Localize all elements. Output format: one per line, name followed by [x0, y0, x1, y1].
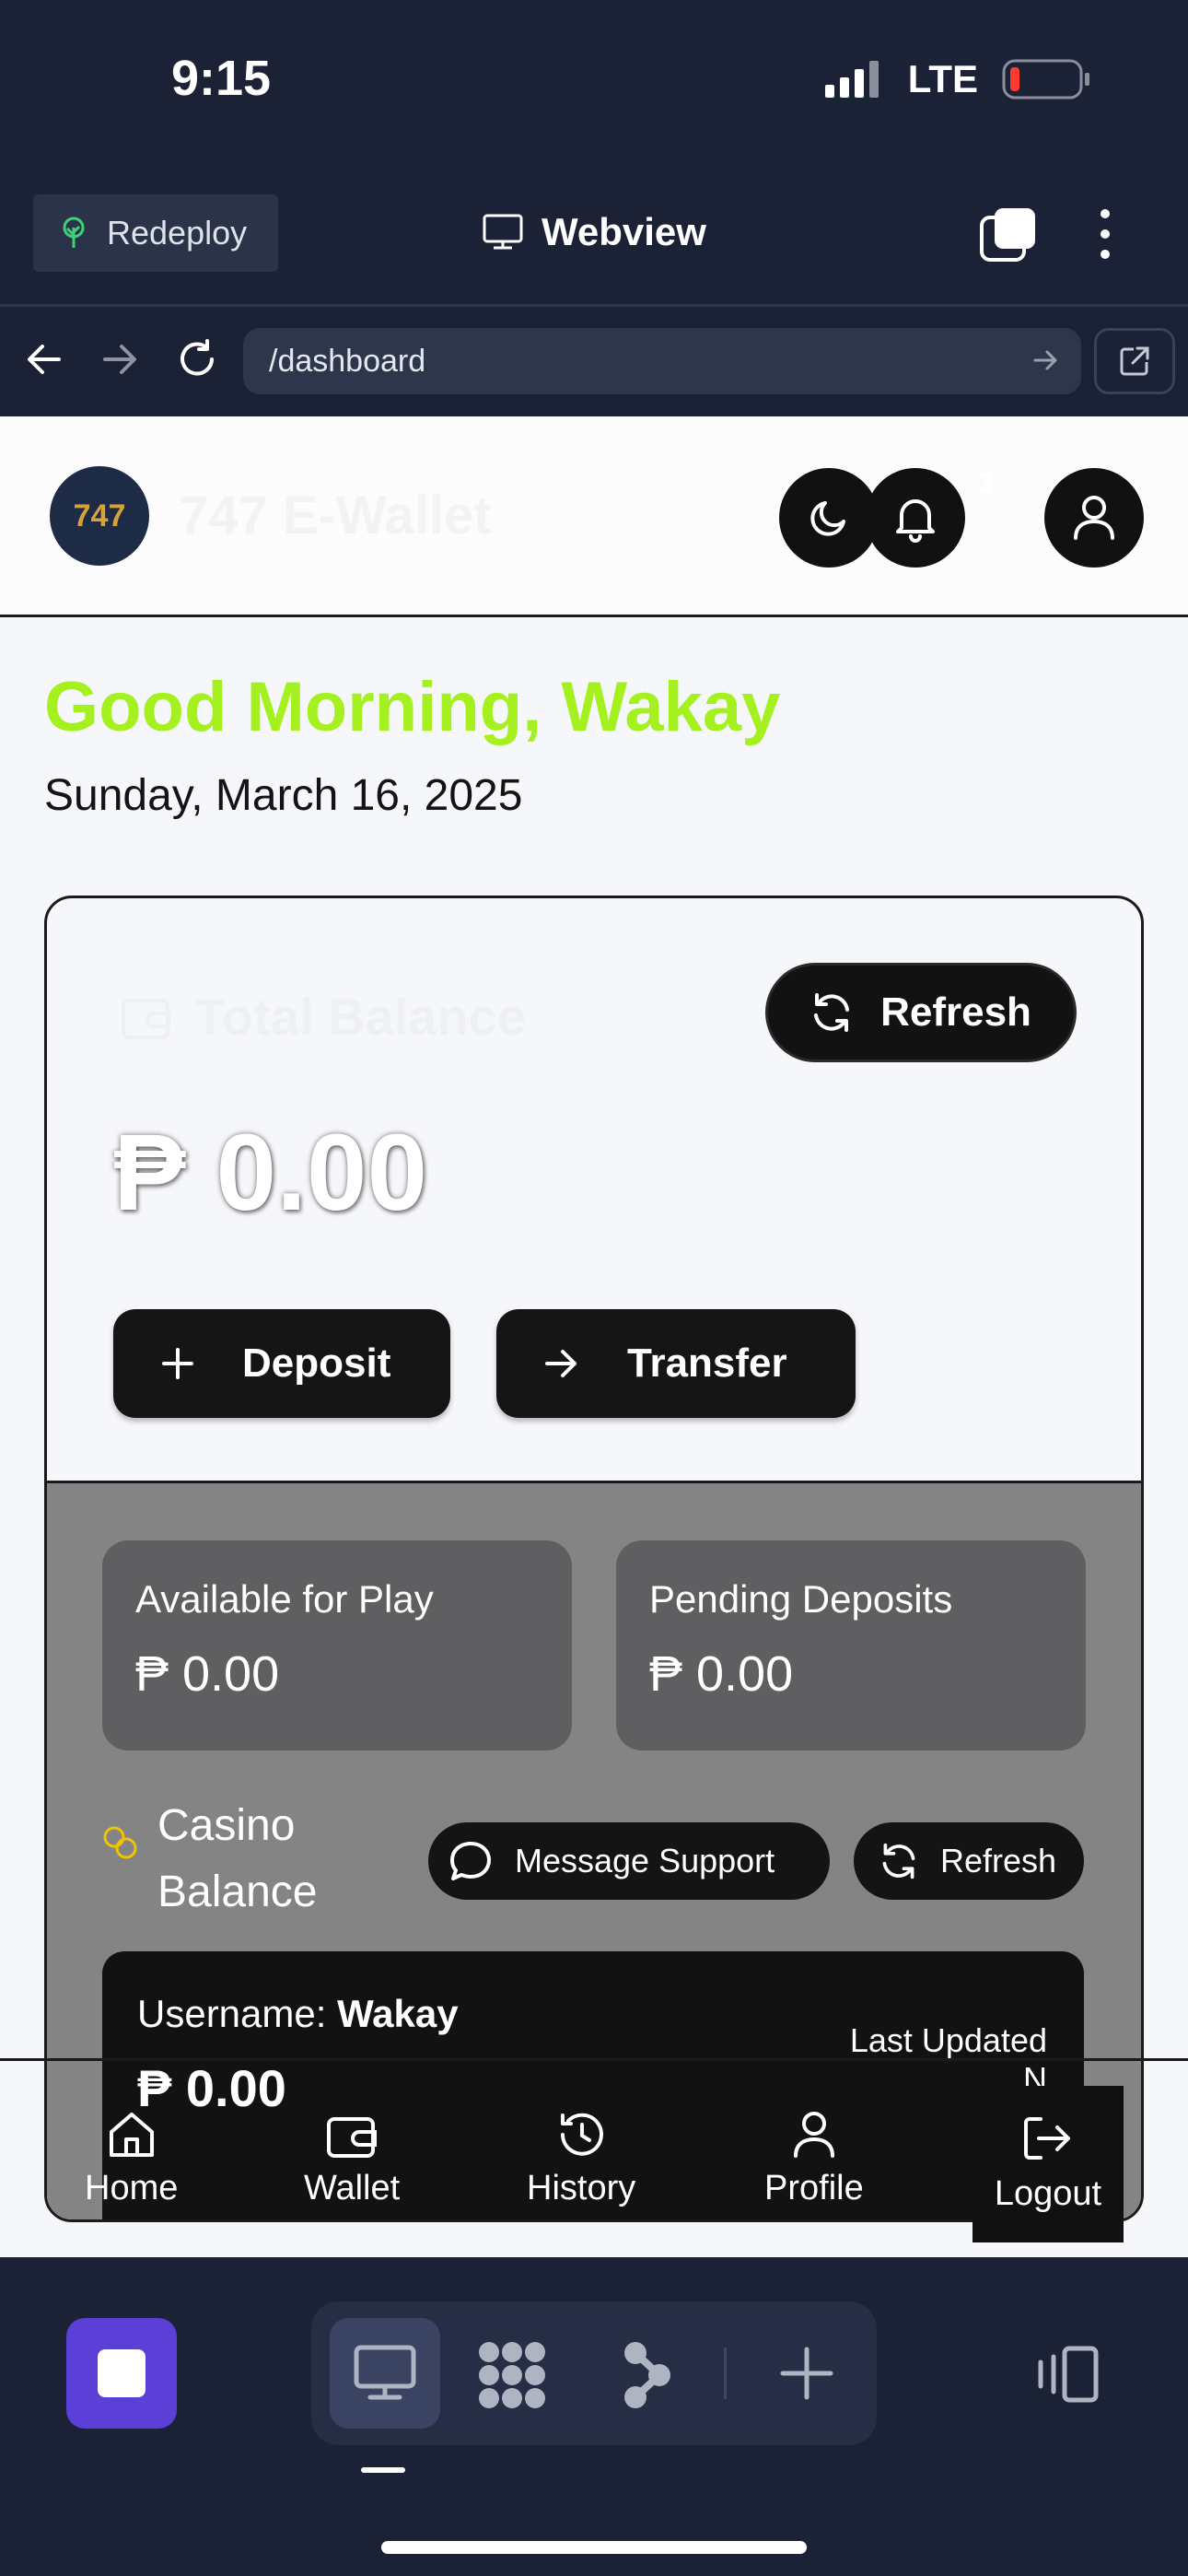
stat-value: ₱ 0.00 [649, 1646, 794, 1702]
nav-wallet-label: Wallet [304, 2169, 401, 2207]
back-arrow-icon[interactable] [26, 343, 63, 376]
stop-button[interactable] [66, 2318, 177, 2429]
nav-profile-label: Profile [764, 2169, 864, 2207]
open-external-button[interactable] [1094, 328, 1175, 394]
chrome-divider [0, 304, 1188, 307]
site-header: 747 747 E-Wallet 3 [0, 416, 1188, 617]
nav-wallet[interactable]: Wallet [304, 2110, 400, 2208]
network-type: LTE [907, 57, 978, 100]
more-menu-icon[interactable] [1096, 208, 1114, 260]
toolbar-separator [724, 2348, 727, 2399]
moon-icon [807, 496, 851, 540]
site-logo[interactable]: 747 [50, 466, 149, 566]
balance-card: Total Balance Refresh ₱ 0.00 Deposit Tra… [44, 896, 1144, 2222]
coins-icon [102, 1824, 139, 1861]
webview-label: Webview [542, 210, 706, 253]
nav-history-label: History [527, 2169, 636, 2207]
branch-icon[interactable] [623, 2340, 672, 2410]
refresh-balance-button[interactable]: Refresh [765, 963, 1077, 1062]
url-text: /dashboard [269, 343, 426, 379]
add-icon[interactable] [779, 2346, 834, 2401]
nav-home[interactable]: Home [85, 2110, 178, 2208]
device-switch-icon[interactable] [1033, 2346, 1100, 2403]
refresh-label: Refresh [940, 1842, 1057, 1879]
tool-switcher [311, 2301, 877, 2445]
transfer-button[interactable]: Transfer [496, 1309, 856, 1418]
nav-profile[interactable]: Profile [764, 2110, 864, 2208]
monitor-icon [354, 2345, 416, 2402]
active-tool-indicator [361, 2467, 405, 2473]
webview-title: Webview [483, 210, 706, 254]
greeting-heading: Good Morning, Wakay [44, 668, 781, 746]
refresh-icon [810, 991, 853, 1034]
total-balance-label: Total Balance [121, 987, 526, 1047]
nav-home-label: Home [85, 2169, 179, 2207]
profile-button[interactable] [1044, 468, 1144, 568]
current-date: Sunday, March 16, 2025 [44, 771, 523, 820]
stat-label: Available for Play [135, 1577, 434, 1621]
refresh-label: Refresh [880, 989, 1031, 1035]
bottom-nav-divider [0, 2058, 1188, 2061]
chat-bubble-icon [448, 1840, 493, 1882]
battery-icon [1002, 59, 1090, 100]
tree-icon [59, 217, 88, 250]
plus-icon [161, 1347, 194, 1380]
bell-icon [892, 493, 938, 543]
wallet-icon [121, 993, 172, 1041]
deposit-button[interactable]: Deposit [113, 1309, 450, 1418]
transfer-label: Transfer [627, 1341, 787, 1386]
tabs-icon[interactable] [980, 206, 1037, 263]
available-for-play-box: Available for Play ₱ 0.00 [102, 1540, 572, 1751]
theme-toggle-button[interactable] [779, 468, 879, 568]
user-icon [1072, 494, 1116, 542]
stat-label: Pending Deposits [649, 1577, 953, 1621]
total-balance-amount: ₱ 0.00 [113, 1112, 428, 1234]
signal-icon [824, 61, 884, 98]
nav-logout[interactable]: Logout [973, 2086, 1124, 2242]
message-support-label: Message Support [515, 1842, 775, 1879]
url-bar[interactable]: /dashboard [243, 328, 1081, 394]
status-indicators: LTE [824, 57, 1090, 101]
apps-grid-icon[interactable] [477, 2340, 547, 2410]
monitor-icon [483, 214, 523, 251]
go-arrow-icon[interactable] [1033, 348, 1059, 372]
webview-content: 747 747 E-Wallet 3 Good Morning, Wakay S… [0, 416, 1188, 2257]
username-prefix: Username: [137, 1992, 327, 2035]
nav-logout-label: Logout [994, 2173, 1102, 2213]
arrow-right-icon [544, 1348, 579, 1379]
notification-count-badge: 3 [978, 468, 994, 498]
external-link-icon [1119, 345, 1150, 377]
status-time: 9:15 [171, 51, 272, 106]
nav-history[interactable]: History [527, 2110, 635, 2208]
stop-icon [98, 2349, 146, 2397]
notifications-button[interactable] [866, 468, 965, 568]
wallet-icon [326, 2110, 378, 2160]
desktop-view-button[interactable] [330, 2318, 440, 2429]
refresh-icon [879, 1842, 918, 1880]
home-indicator[interactable] [381, 2541, 807, 2554]
forward-arrow-icon[interactable] [101, 343, 138, 376]
home-icon [106, 2110, 157, 2160]
logout-icon [1022, 2115, 1074, 2161]
redeploy-button[interactable]: Redeploy [33, 194, 278, 272]
total-balance-text: Total Balance [194, 988, 526, 1046]
deposit-label: Deposit [242, 1341, 391, 1386]
message-support-button[interactable]: Message Support [428, 1822, 830, 1900]
refresh-casino-button[interactable]: Refresh [854, 1822, 1084, 1900]
stat-value: ₱ 0.00 [135, 1646, 280, 1702]
casino-username: Username: Wakay [137, 1992, 459, 2036]
pending-deposits-box: Pending Deposits ₱ 0.00 [616, 1540, 1086, 1751]
username-value: Wakay [337, 1992, 459, 2035]
user-icon [791, 2110, 837, 2160]
last-updated-label: Last Updated [849, 2021, 1047, 2059]
history-icon [555, 2110, 607, 2160]
site-name: 747 E-Wallet [179, 486, 492, 545]
reload-icon[interactable] [177, 339, 217, 380]
redeploy-label: Redeploy [107, 214, 248, 252]
casino-balance-label: Casino Balance [157, 1801, 318, 1916]
